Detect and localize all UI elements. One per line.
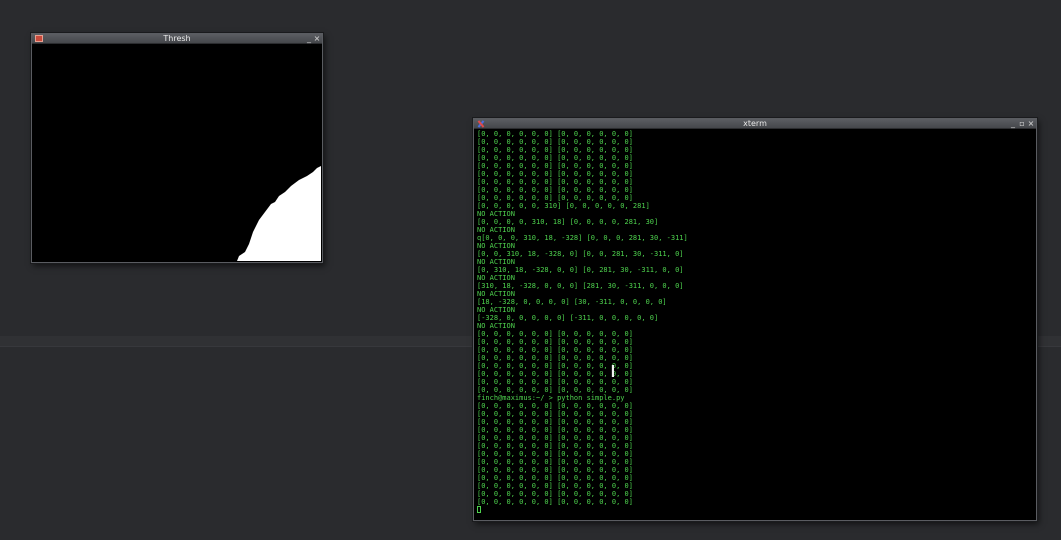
- thresh-titlebar[interactable]: Thresh _ ×: [32, 34, 322, 44]
- terminal-line: [0, 0, 0, 0, 0, 0] [0, 0, 0, 0, 0, 0]: [477, 458, 633, 466]
- terminal-line: NO ACTION: [477, 274, 515, 282]
- terminal-line: [-328, 0, 0, 0, 0, 0] [-311, 0, 0, 0, 0,…: [477, 314, 659, 322]
- window-title: Thresh: [163, 34, 191, 43]
- terminal-line: [18, -328, 0, 0, 0, 0] [30, -311, 0, 0, …: [477, 298, 667, 306]
- terminal-line: [0, 0, 0, 0, 0, 0] [0, 0, 0, 0, 0, 0]: [477, 434, 633, 442]
- terminal-line: finch@maximus:~/ > python simple.py: [477, 394, 625, 402]
- terminal-line: [0, 0, 0, 0, 0, 0] [0, 0, 0, 0, 0, 0]: [477, 354, 633, 362]
- terminal-line: [0, 0, 0, 0, 0, 0] [0, 0, 0, 0, 0, 0]: [477, 170, 633, 178]
- terminal-line: [0, 0, 0, 0, 0, 0] [0, 0, 0, 0, 0, 0]: [477, 330, 633, 338]
- terminal-cursor: [477, 506, 481, 513]
- minimize-button[interactable]: _: [305, 35, 313, 43]
- terminal-line: [0, 0, 0, 0, 0, 0] [0, 0, 0, 0, 0, 0]: [477, 370, 633, 378]
- terminal-line: [0, 0, 0, 0, 0, 0] [0, 0, 0, 0, 0, 0]: [477, 362, 633, 370]
- window-title: xterm: [743, 119, 767, 128]
- terminal-line: NO ACTION: [477, 226, 515, 234]
- terminal-line: [310, 18, -328, 0, 0, 0] [281, 30, -311,…: [477, 282, 684, 290]
- terminal-line: NO ACTION: [477, 242, 515, 250]
- terminal-line: [0, 0, 0, 0, 310, 18] [0, 0, 0, 0, 281, …: [477, 218, 659, 226]
- terminal-line: [0, 0, 0, 0, 0, 0] [0, 0, 0, 0, 0, 0]: [477, 138, 633, 146]
- terminal-line: [0, 0, 0, 0, 0, 0] [0, 0, 0, 0, 0, 0]: [477, 130, 633, 138]
- terminal-line: [0, 0, 0, 0, 0, 0] [0, 0, 0, 0, 0, 0]: [477, 146, 633, 154]
- terminal-line: [0, 0, 0, 0, 0, 0] [0, 0, 0, 0, 0, 0]: [477, 194, 633, 202]
- terminal-line: [0, 0, 0, 0, 0, 0] [0, 0, 0, 0, 0, 0]: [477, 338, 633, 346]
- terminal-prompt-line[interactable]: [477, 506, 1033, 514]
- terminal-line: [0, 0, 0, 0, 0, 0] [0, 0, 0, 0, 0, 0]: [477, 410, 633, 418]
- xterm-titlebar[interactable]: xterm _ ▫ ×: [474, 119, 1036, 129]
- terminal-line: [0, 0, 0, 0, 0, 0] [0, 0, 0, 0, 0, 0]: [477, 474, 633, 482]
- thresh-window[interactable]: Thresh _ ×: [31, 33, 323, 263]
- close-button[interactable]: ×: [1027, 120, 1035, 128]
- terminal-line: [0, 0, 0, 0, 0, 0] [0, 0, 0, 0, 0, 0]: [477, 346, 633, 354]
- terminal-line: [0, 0, 0, 0, 0, 0] [0, 0, 0, 0, 0, 0]: [477, 482, 633, 490]
- terminal-line: q[0, 0, 0, 310, 18, -328] [0, 0, 0, 281,…: [477, 234, 688, 242]
- terminal-line: [0, 0, 0, 0, 0, 0] [0, 0, 0, 0, 0, 0]: [477, 498, 633, 506]
- terminal-line: [0, 0, 0, 0, 0, 0] [0, 0, 0, 0, 0, 0]: [477, 186, 633, 194]
- terminal-line: NO ACTION: [477, 210, 515, 218]
- threshold-image: [33, 44, 321, 261]
- terminal-line: NO ACTION: [477, 258, 515, 266]
- terminal-line: [0, 0, 0, 0, 0, 310] [0, 0, 0, 0, 0, 281…: [477, 202, 650, 210]
- terminal-line: [0, 0, 0, 0, 0, 0] [0, 0, 0, 0, 0, 0]: [477, 402, 633, 410]
- terminal-line: [0, 0, 0, 0, 0, 0] [0, 0, 0, 0, 0, 0]: [477, 154, 633, 162]
- terminal-line: NO ACTION: [477, 290, 515, 298]
- threshold-mask: [33, 44, 321, 261]
- maximize-button[interactable]: ▫: [1018, 120, 1026, 128]
- terminal-line: [0, 0, 0, 0, 0, 0] [0, 0, 0, 0, 0, 0]: [477, 426, 633, 434]
- terminal-line: NO ACTION: [477, 306, 515, 314]
- terminal-line: [0, 310, 18, -328, 0, 0] [0, 281, 30, -3…: [477, 266, 684, 274]
- terminal-line: NO ACTION: [477, 322, 515, 330]
- text-cursor-icon: [611, 365, 614, 377]
- terminal-line: [0, 0, 0, 0, 0, 0] [0, 0, 0, 0, 0, 0]: [477, 418, 633, 426]
- terminal-line: [0, 0, 0, 0, 0, 0] [0, 0, 0, 0, 0, 0]: [477, 378, 633, 386]
- terminal-line: [0, 0, 0, 0, 0, 0] [0, 0, 0, 0, 0, 0]: [477, 386, 633, 394]
- terminal-line: [0, 0, 0, 0, 0, 0] [0, 0, 0, 0, 0, 0]: [477, 178, 633, 186]
- minimize-button[interactable]: _: [1009, 120, 1017, 128]
- terminal-output[interactable]: [0, 0, 0, 0, 0, 0] [0, 0, 0, 0, 0, 0] [0,…: [477, 130, 1033, 518]
- close-button[interactable]: ×: [313, 35, 321, 43]
- xterm-window[interactable]: xterm _ ▫ × [0, 0, 0, 0, 0, 0] [0, 0, 0,…: [473, 118, 1037, 521]
- terminal-line: [0, 0, 310, 18, -328, 0] [0, 0, 281, 30,…: [477, 250, 684, 258]
- terminal-line: [0, 0, 0, 0, 0, 0] [0, 0, 0, 0, 0, 0]: [477, 442, 633, 450]
- terminal-line: [0, 0, 0, 0, 0, 0] [0, 0, 0, 0, 0, 0]: [477, 490, 633, 498]
- terminal-line: [0, 0, 0, 0, 0, 0] [0, 0, 0, 0, 0, 0]: [477, 466, 633, 474]
- terminal-line: [0, 0, 0, 0, 0, 0] [0, 0, 0, 0, 0, 0]: [477, 450, 633, 458]
- terminal-line: [0, 0, 0, 0, 0, 0] [0, 0, 0, 0, 0, 0]: [477, 162, 633, 170]
